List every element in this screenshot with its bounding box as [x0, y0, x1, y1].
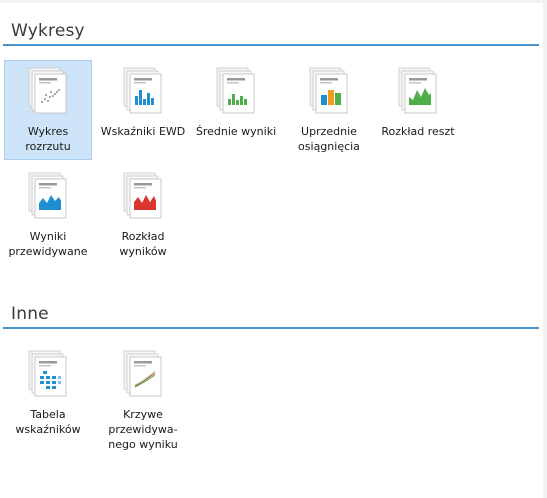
tile-label: Rozkład reszt — [381, 125, 455, 138]
section-title: Wykresy — [11, 21, 85, 41]
bar-chart-green-icon — [216, 67, 255, 114]
tile-label: Wskaźniki EWD — [100, 125, 186, 138]
tile-residual-distribution[interactable]: Rozkład reszt — [374, 60, 462, 160]
bar-chart-blue-icon — [123, 67, 162, 114]
tile-average-results[interactable]: Średnie wyniki — [192, 60, 280, 160]
window-top-edge — [0, 0, 547, 3]
tile-indicators-table[interactable]: Tabela wskaźników — [4, 343, 92, 443]
tile-label: Wykres rozrzutu — [25, 125, 71, 153]
tile-label: Wyniki przewidywane — [8, 230, 88, 258]
tile-results-distribution[interactable]: Rozkład wyników — [99, 165, 187, 265]
tile-predicted-results[interactable]: Wyniki przewidywane — [4, 165, 92, 265]
tile-label: Krzywe przewidywa-nego wyniku — [108, 408, 178, 451]
area-chart-green-icon — [398, 67, 437, 114]
bar-chart-multicolor-icon — [309, 67, 348, 114]
tile-label: Uprzednie osiągnięcia — [298, 125, 360, 153]
section-title: Inne — [11, 304, 49, 324]
section-header-other: Inne — [3, 297, 539, 329]
tile-ewd-indicators[interactable]: Wskaźniki EWD — [99, 60, 187, 160]
table-grid-icon — [28, 350, 67, 397]
area-chart-red-icon — [123, 172, 162, 219]
tile-scatter-plot[interactable]: Wykres rozrzutu — [4, 60, 92, 160]
scatter-chart-icon — [28, 67, 67, 114]
tile-label: Średnie wyniki — [195, 125, 277, 138]
section-header-charts: Wykresy — [3, 14, 539, 46]
window-right-edge — [543, 0, 547, 498]
curve-chart-icon — [123, 350, 162, 397]
tile-prior-achievements[interactable]: Uprzednie osiągnięcia — [285, 60, 373, 160]
tile-label: Tabela wskaźników — [15, 408, 81, 436]
tile-label: Rozkład wyników — [119, 230, 167, 258]
tile-predicted-result-curves[interactable]: Krzywe przewidywa-nego wyniku — [99, 343, 187, 451]
area-chart-blue-icon — [28, 172, 67, 219]
